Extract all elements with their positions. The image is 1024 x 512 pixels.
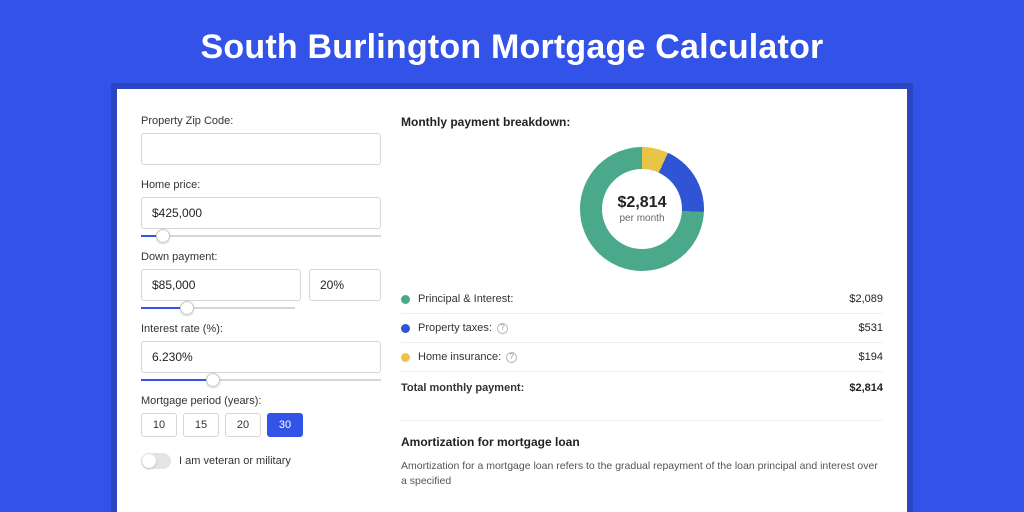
- down-payment-label: Down payment:: [141, 251, 381, 263]
- interest-rate-field: Interest rate (%):: [141, 323, 381, 381]
- info-icon[interactable]: ?: [497, 323, 508, 334]
- zip-field: Property Zip Code:: [141, 115, 381, 165]
- legend-row-insurance: Home insurance: ? $194: [401, 343, 883, 372]
- legend-row-taxes: Property taxes: ? $531: [401, 314, 883, 343]
- breakdown-column: Monthly payment breakdown: $2,814 per mo…: [401, 115, 883, 488]
- amortization-text: Amortization for a mortgage loan refers …: [401, 459, 883, 488]
- legend-dot-taxes: [401, 324, 410, 333]
- info-icon[interactable]: ?: [506, 352, 517, 363]
- veteran-toggle[interactable]: [141, 453, 171, 469]
- period-option-30[interactable]: 30: [267, 413, 303, 437]
- veteran-toggle-knob: [142, 454, 156, 468]
- home-price-label: Home price:: [141, 179, 381, 191]
- legend-value-total: $2,814: [849, 382, 883, 394]
- legend-label-total: Total monthly payment:: [401, 382, 849, 394]
- interest-rate-slider-fill: [141, 379, 213, 381]
- period-option-10[interactable]: 10: [141, 413, 177, 437]
- legend-value-taxes: $531: [859, 322, 883, 334]
- breakdown-title: Monthly payment breakdown:: [401, 115, 883, 129]
- down-payment-amount-input[interactable]: [141, 269, 301, 301]
- legend-row-total: Total monthly payment: $2,814: [401, 372, 883, 402]
- page-title: South Burlington Mortgage Calculator: [0, 0, 1024, 89]
- mortgage-period-label: Mortgage period (years):: [141, 395, 381, 407]
- legend-label-text: Home insurance:: [418, 351, 501, 363]
- interest-rate-input[interactable]: [141, 341, 381, 373]
- legend-label-text: Property taxes:: [418, 322, 492, 334]
- zip-label: Property Zip Code:: [141, 115, 381, 127]
- legend-dot-insurance: [401, 353, 410, 362]
- period-option-15[interactable]: 15: [183, 413, 219, 437]
- inputs-column: Property Zip Code: Home price: Down paym…: [141, 115, 381, 488]
- legend-row-principal: Principal & Interest: $2,089: [401, 285, 883, 314]
- donut-chart-wrap: $2,814 per month: [401, 141, 883, 285]
- interest-rate-label: Interest rate (%):: [141, 323, 381, 335]
- home-price-slider[interactable]: [141, 235, 381, 237]
- home-price-input[interactable]: [141, 197, 381, 229]
- donut-chart: $2,814 per month: [580, 147, 704, 271]
- legend-label-principal: Principal & Interest:: [418, 293, 849, 305]
- mortgage-period-options: 10 15 20 30: [141, 413, 381, 437]
- veteran-row: I am veteran or military: [141, 453, 381, 469]
- amortization-section: Amortization for mortgage loan Amortizat…: [401, 420, 883, 488]
- period-option-20[interactable]: 20: [225, 413, 261, 437]
- down-payment-field: Down payment:: [141, 251, 381, 309]
- legend-value-principal: $2,089: [849, 293, 883, 305]
- mortgage-period-field: Mortgage period (years): 10 15 20 30: [141, 395, 381, 437]
- zip-input[interactable]: [141, 133, 381, 165]
- legend-label-text: Principal & Interest:: [418, 293, 513, 305]
- legend-label-insurance: Home insurance: ?: [418, 351, 859, 363]
- home-price-slider-thumb[interactable]: [156, 229, 170, 243]
- amortization-title: Amortization for mortgage loan: [401, 435, 883, 449]
- home-price-field: Home price:: [141, 179, 381, 237]
- legend-dot-principal: [401, 295, 410, 304]
- veteran-label: I am veteran or military: [179, 455, 291, 467]
- calculator-panel: Property Zip Code: Home price: Down paym…: [117, 89, 907, 512]
- legend-value-insurance: $194: [859, 351, 883, 363]
- legend-label-taxes: Property taxes: ?: [418, 322, 859, 334]
- donut-amount: $2,814: [618, 194, 667, 212]
- down-payment-slider[interactable]: [141, 307, 295, 309]
- interest-rate-slider-thumb[interactable]: [206, 373, 220, 387]
- down-payment-slider-thumb[interactable]: [180, 301, 194, 315]
- interest-rate-slider[interactable]: [141, 379, 381, 381]
- donut-center: $2,814 per month: [602, 169, 682, 249]
- down-payment-percent-input[interactable]: [309, 269, 381, 301]
- donut-sub: per month: [619, 213, 664, 224]
